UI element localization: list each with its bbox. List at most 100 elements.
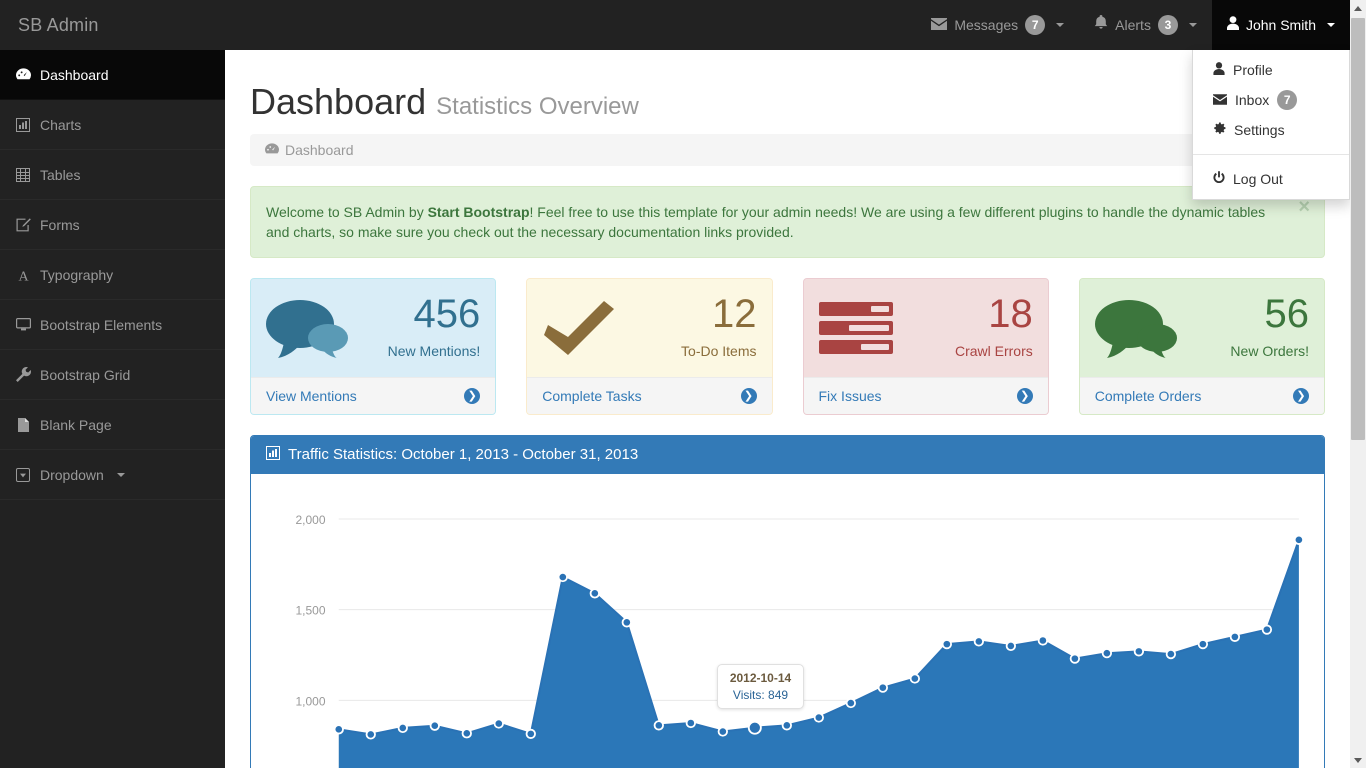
- sidebar-nav: Dashboard Charts Tables Forms A Typograp…: [0, 50, 225, 768]
- scroll-down-arrow-icon[interactable]: [1350, 752, 1366, 768]
- welcome-alert-lead: Welcome to SB Admin by: [266, 203, 428, 220]
- sidebar-item-typography[interactable]: A Typography: [0, 250, 225, 300]
- sidebar-item-tables[interactable]: Tables: [0, 150, 225, 200]
- edit-icon: [15, 217, 31, 232]
- sidebar-item-dashboard[interactable]: Dashboard: [0, 50, 225, 100]
- dropdown-item-logout[interactable]: Log Out: [1193, 164, 1349, 194]
- sidebar-item-bootstrap-elements-label: Bootstrap Elements: [40, 316, 163, 333]
- nav-messages-badge: 7: [1025, 15, 1046, 35]
- page-title-main: Dashboard: [250, 81, 427, 122]
- stat-panel-row: 456 New Mentions! View Mentions ❯ 12 To-…: [250, 278, 1325, 415]
- svg-text:A: A: [18, 269, 29, 282]
- chart-tooltip-date: 2012-10-14: [729, 671, 792, 686]
- dropdown-item-logout-label: Log Out: [1233, 171, 1283, 187]
- traffic-chart-labels: 2,0001,5001,000500: [295, 513, 325, 708]
- scroll-up-arrow-icon[interactable]: [1350, 0, 1366, 16]
- dropdown-item-settings[interactable]: Settings: [1193, 115, 1349, 145]
- comments-icon: [1094, 298, 1185, 358]
- stat-panel-footer-link[interactable]: Complete Orders ❯: [1079, 376, 1324, 414]
- svg-text:1,500: 1,500: [295, 603, 325, 617]
- scrollbar-thumb[interactable]: [1351, 18, 1365, 440]
- traffic-statistics-title: Traffic Statistics: October 1, 2013 - Oc…: [288, 446, 639, 464]
- breadcrumb: Dashboard: [250, 133, 1325, 166]
- chart-tooltip-value: Visits: 849: [732, 688, 789, 703]
- breadcrumb-item-dashboard[interactable]: Dashboard: [285, 142, 354, 158]
- envelope-icon: [931, 0, 948, 50]
- sidebar-item-dropdown[interactable]: Dropdown: [0, 450, 225, 500]
- arrow-circle-right-icon: ❯: [464, 387, 481, 404]
- nav-user-label: John Smith: [1245, 17, 1316, 33]
- stat-panel-footer-link[interactable]: Complete Tasks ❯: [527, 376, 772, 414]
- stat-panel-footer-link[interactable]: Fix Issues ❯: [803, 376, 1048, 414]
- arrow-circle-right-icon: ❯: [740, 387, 757, 404]
- traffic-chart[interactable]: 2,0001,5001,000500 2012-10-14 Visits: 84…: [266, 489, 1309, 768]
- sidebar-item-forms-label: Forms: [40, 216, 80, 233]
- envelope-icon: [1213, 89, 1227, 111]
- dropdown-item-inbox[interactable]: Inbox 7: [1193, 85, 1349, 115]
- stat-panel-sub: New Mentions!: [387, 343, 481, 360]
- tasks-icon: [818, 300, 909, 356]
- dashboard-icon: [15, 68, 31, 81]
- sidebar-item-tables-label: Tables: [40, 166, 81, 183]
- arrow-circle-right-icon: ❯: [1293, 387, 1309, 404]
- sidebar-item-bootstrap-grid[interactable]: Bootstrap Grid: [0, 350, 225, 400]
- chevron-down-icon: [1327, 23, 1335, 27]
- dropdown-divider: [1193, 154, 1349, 155]
- bar-chart-icon: [15, 117, 31, 132]
- wrench-icon: [15, 367, 31, 382]
- gear-icon: [1213, 119, 1226, 141]
- stat-panel-text: 18 Crawl Errors: [919, 294, 1033, 362]
- caret-square-icon: [15, 467, 31, 482]
- stat-panel-body: 456 New Mentions!: [251, 279, 496, 377]
- dropdown-item-inbox-badge: 7: [1277, 90, 1298, 110]
- power-icon: [1213, 168, 1225, 190]
- font-icon: A: [15, 268, 31, 282]
- arrow-circle-right-icon: ❯: [1016, 387, 1033, 404]
- stat-panel-value: 12: [712, 292, 757, 337]
- stat-panel-todo-items[interactable]: 12 To-Do Items Complete Tasks ❯: [526, 278, 773, 415]
- stat-panel-footer-link[interactable]: View Mentions ❯: [251, 376, 496, 414]
- stat-panel-sub: New Orders!: [1230, 343, 1309, 360]
- stat-panel-text: 56 New Orders!: [1195, 294, 1309, 362]
- welcome-alert-strong: Start Bootstrap: [427, 203, 530, 220]
- traffic-statistics-body: 2,0001,5001,000500 2012-10-14 Visits: 84…: [251, 473, 1324, 768]
- brand-logo[interactable]: SB Admin: [18, 0, 99, 50]
- sidebar-item-forms[interactable]: Forms: [0, 200, 225, 250]
- stat-panel-link-label: Complete Orders: [1094, 387, 1202, 404]
- traffic-statistics-panel: Traffic Statistics: October 1, 2013 - Oc…: [250, 434, 1325, 768]
- welcome-alert: Welcome to SB Admin by Start Bootstrap! …: [250, 185, 1325, 259]
- sidebar-item-charts-label: Charts: [40, 116, 82, 133]
- bar-chart-icon: [266, 445, 280, 464]
- nav-alerts-label: Alerts: [1115, 17, 1151, 33]
- stat-panel-body: 18 Crawl Errors: [803, 279, 1048, 377]
- chevron-down-icon: [116, 472, 125, 477]
- chevron-down-icon: [1188, 23, 1197, 27]
- dropdown-item-profile[interactable]: Profile: [1193, 55, 1349, 85]
- stat-panel-new-orders[interactable]: 56 New Orders! Complete Orders ❯: [1078, 278, 1325, 415]
- stat-panel-body: 56 New Orders!: [1079, 279, 1324, 377]
- main-content: Dashboard Statistics Overview Dashboard …: [225, 50, 1350, 768]
- stat-panel-link-label: Fix Issues: [818, 387, 882, 404]
- user-dropdown-menu: Profile Inbox 7 Settings Log Out: [1192, 50, 1350, 200]
- sidebar-item-bootstrap-grid-label: Bootstrap Grid: [40, 366, 131, 383]
- stat-panel-value: 56: [1264, 292, 1310, 337]
- stat-panel-value: 18: [988, 292, 1033, 337]
- page-scrollbar[interactable]: [1350, 0, 1366, 768]
- svg-text:2,000: 2,000: [295, 513, 325, 527]
- sidebar-item-typography-label: Typography: [40, 266, 114, 283]
- bell-icon: [1094, 0, 1108, 50]
- nav-user-menu[interactable]: John Smith: [1211, 0, 1350, 50]
- nav-alerts[interactable]: Alerts 3: [1079, 0, 1212, 50]
- check-icon: [542, 299, 632, 357]
- page-title-sub: Statistics Overview: [436, 93, 639, 120]
- page-title: Dashboard Statistics Overview: [250, 50, 1325, 134]
- stat-panel-new-mentions[interactable]: 456 New Mentions! View Mentions ❯: [250, 278, 497, 415]
- stat-panel-link-label: View Mentions: [266, 387, 357, 404]
- stat-panel-crawl-errors[interactable]: 18 Crawl Errors Fix Issues ❯: [802, 278, 1049, 415]
- nav-messages[interactable]: Messages 7: [916, 0, 1079, 50]
- sidebar-item-dropdown-label: Dropdown: [40, 466, 104, 483]
- sidebar-item-charts[interactable]: Charts: [0, 100, 225, 150]
- sidebar-item-blank-page[interactable]: Blank Page: [0, 400, 225, 450]
- dropdown-item-profile-label: Profile: [1233, 62, 1273, 78]
- sidebar-item-bootstrap-elements[interactable]: Bootstrap Elements: [0, 300, 225, 350]
